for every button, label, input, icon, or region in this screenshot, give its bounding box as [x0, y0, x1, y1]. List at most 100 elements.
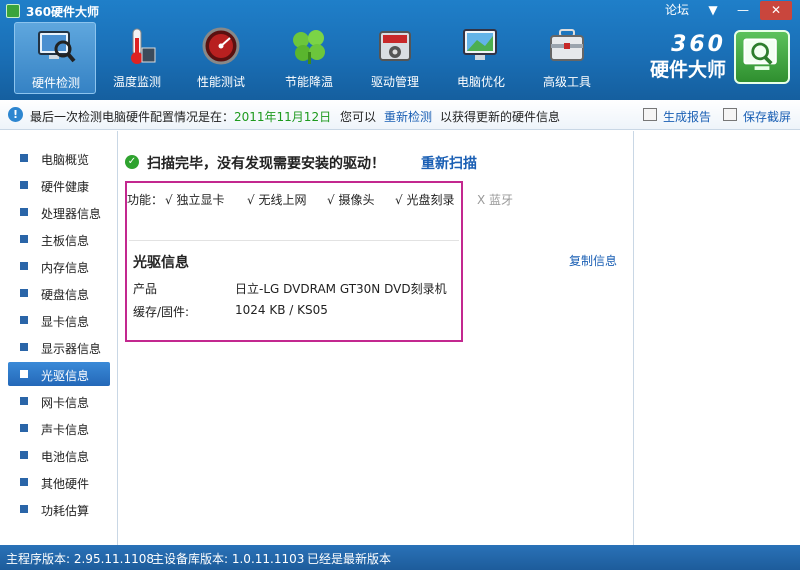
bullet-square-icon [20, 235, 28, 243]
camera-icon[interactable] [723, 108, 737, 121]
menu-dropdown-icon[interactable]: ▼ [700, 1, 726, 20]
bullet-square-icon [20, 397, 28, 405]
tab-pc-optimize[interactable]: 电脑优化 [440, 22, 522, 94]
brand-monitor-icon [734, 30, 790, 84]
last-check-bar: ! 最后一次检测电脑硬件配置情况是在： 2011年11月12日 您可以 重新检测… [0, 100, 800, 130]
last-check-date: 2011年11月12日 [234, 110, 332, 124]
feature-bluetooth: X 蓝牙 [477, 193, 514, 207]
bullet-square-icon [20, 343, 28, 351]
sidebar-item-label: 光驱信息 [41, 369, 90, 383]
brand-number: 360 [671, 32, 726, 57]
sidebar-item-label: 处理器信息 [41, 207, 102, 221]
feature-disc-burn: √ 光盘刻录 [395, 193, 455, 207]
sidebar-item[interactable]: 声卡信息 [8, 416, 110, 440]
section-title: 光驱信息 [133, 255, 189, 271]
sidebar-item[interactable]: 显卡信息 [8, 308, 110, 332]
device-db-version: 主设备库版本: 1.0.11.1103 [152, 552, 305, 566]
sidebar-item-label: 主板信息 [41, 234, 90, 248]
brand-name: 硬件大师 [649, 59, 726, 81]
bullet-square-icon [20, 316, 28, 324]
tab-advanced-tools[interactable]: 高级工具 [526, 22, 608, 94]
features-label: 功能： [127, 193, 164, 207]
bullet-square-icon [20, 478, 28, 486]
bullet-square-icon [20, 424, 28, 432]
sidebar-item[interactable]: 其他硬件 [8, 470, 110, 494]
sidebar-item-label: 显示器信息 [41, 342, 102, 356]
leaf-icon [293, 30, 325, 64]
speedometer-icon [202, 27, 240, 65]
bullet-square-icon [20, 370, 28, 378]
sidebar-item-label: 硬盘信息 [41, 288, 90, 302]
cache-firmware-label: 缓存/固件: [133, 305, 190, 319]
title-bar[interactable]: 360硬件大师 论坛 ▼ — ✕ [0, 0, 800, 22]
product-value: 日立-LG DVDRAM GT30N DVD刻录机 [235, 282, 447, 296]
main-content: ✓ 扫描完毕，没有发现需要安装的驱动！ 重新扫描 功能： √ 独立显卡 √ 无线… [119, 131, 633, 545]
tab-label: 硬件检测 [31, 76, 80, 90]
minimize-button[interactable]: — [730, 1, 756, 20]
main-program-version: 主程序版本: 2.95.11.1108 [6, 552, 155, 566]
bullet-square-icon [20, 451, 28, 459]
generate-report-button[interactable]: 生成报告 [663, 108, 711, 125]
sidebar-item[interactable]: 显示器信息 [8, 335, 110, 359]
printer-icon[interactable] [643, 108, 657, 121]
copy-info-link[interactable]: 复制信息 [569, 252, 617, 269]
main-toolbar: 硬件检测 温度监测 性能测试 节能降温 驱动管理 电脑优化 高级工具 [0, 22, 640, 96]
sidebar-item[interactable]: 电脑概览 [8, 146, 110, 170]
check-ok-icon: ✓ [125, 155, 139, 169]
hardware-category-sidebar: 电脑概览硬件健康处理器信息主板信息内存信息硬盘信息显卡信息显示器信息光驱信息网卡… [0, 131, 118, 545]
section-divider [129, 240, 459, 241]
sidebar-item-label: 其他硬件 [41, 477, 90, 491]
app-logo-icon [6, 4, 20, 18]
recheck-link[interactable]: 重新检测 [384, 108, 432, 125]
sidebar-item-label: 声卡信息 [41, 423, 90, 437]
sidebar-item[interactable]: 处理器信息 [8, 200, 110, 224]
sidebar-item[interactable]: 内存信息 [8, 254, 110, 278]
recheck-suffix: 以获得更新的硬件信息 [440, 110, 561, 124]
you-can-text: 您可以 [340, 110, 377, 124]
sidebar-item[interactable]: 硬盘信息 [8, 281, 110, 305]
tab-label: 高级工具 [542, 75, 591, 89]
tab-hardware-detect[interactable]: 硬件检测 [14, 22, 96, 94]
feature-camera: √ 摄像头 [327, 193, 375, 207]
right-side-panel [633, 131, 800, 545]
tab-label: 驱动管理 [370, 75, 419, 89]
sidebar-item-label: 内存信息 [41, 261, 90, 275]
tab-energy-save[interactable]: 节能降温 [268, 22, 350, 94]
info-icon: ! [8, 107, 23, 122]
sidebar-item-label: 电池信息 [41, 450, 90, 464]
sidebar-item-label: 硬件健康 [41, 180, 90, 194]
bullet-square-icon [20, 181, 28, 189]
tab-driver-manage[interactable]: 驱动管理 [354, 22, 436, 94]
bullet-square-icon [20, 289, 28, 297]
sidebar-item[interactable]: 硬件健康 [8, 173, 110, 197]
close-button[interactable]: ✕ [760, 1, 792, 20]
optimize-icon [463, 29, 497, 60]
sidebar-item-label: 网卡信息 [41, 396, 90, 410]
sidebar-item[interactable]: 电池信息 [8, 443, 110, 467]
scan-result-message: 扫描完毕，没有发现需要安装的驱动！ [147, 156, 385, 172]
bullet-square-icon [20, 505, 28, 513]
save-screenshot-button[interactable]: 保存截屏 [743, 108, 791, 125]
cache-firmware-value: 1024 KB / KS05 [235, 303, 328, 317]
feature-wifi: √ 无线上网 [247, 193, 307, 207]
bullet-square-icon [20, 208, 28, 216]
toolbox-icon [550, 29, 584, 61]
sidebar-item-label: 电脑概览 [41, 153, 90, 167]
sidebar-item[interactable]: 功耗估算 [8, 497, 110, 521]
last-check-text: 最后一次检测电脑硬件配置情况是在： [30, 110, 235, 124]
sidebar-item[interactable]: 主板信息 [8, 227, 110, 251]
sidebar-item[interactable]: 光驱信息 [8, 362, 110, 386]
forum-link[interactable]: 论坛 [662, 1, 692, 20]
tab-temperature[interactable]: 温度监测 [96, 22, 178, 94]
hardware-detect-icon [38, 31, 76, 63]
sidebar-item[interactable]: 网卡信息 [8, 389, 110, 413]
feature-discrete-gpu: √ 独立显卡 [165, 193, 225, 207]
tab-performance[interactable]: 性能测试 [180, 22, 262, 94]
update-status: 已经是最新版本 [307, 552, 392, 566]
driver-icon [379, 31, 411, 61]
sidebar-item-label: 功耗估算 [41, 504, 90, 518]
tab-label: 节能降温 [284, 75, 333, 89]
rescan-button[interactable]: 重新扫描 [421, 153, 477, 173]
bullet-square-icon [20, 262, 28, 270]
status-bar: 主程序版本: 2.95.11.1108 主设备库版本: 1.0.11.1103 … [0, 545, 800, 570]
